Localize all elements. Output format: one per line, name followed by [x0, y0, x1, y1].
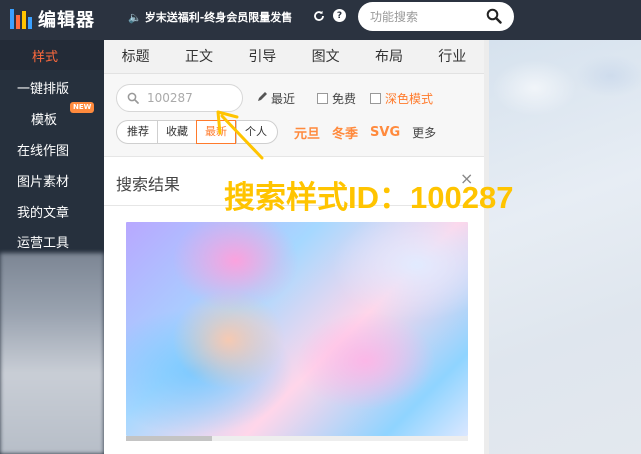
hot-tag-svg[interactable]: SVG: [370, 125, 400, 140]
tab-title[interactable]: 标题: [104, 40, 167, 73]
sort-personal[interactable]: 个人: [236, 120, 278, 144]
style-search-input[interactable]: [147, 91, 232, 105]
recent-label: 最近: [271, 91, 296, 106]
style-search: [116, 84, 243, 112]
sort-recommended[interactable]: 推荐: [116, 120, 157, 144]
logo-text: 编辑器: [38, 10, 95, 31]
search-icon[interactable]: [127, 89, 139, 108]
promo-link[interactable]: 🔈 岁末送福利-终身会员限量发售: [128, 9, 292, 25]
tab-layout[interactable]: 布局: [357, 40, 420, 73]
sidebar-item-label: 运营工具: [17, 235, 70, 251]
sidebar-item-label: 模板: [31, 112, 58, 128]
pencil-icon: [257, 91, 268, 105]
sidebar-item-style[interactable]: 样式: [0, 40, 104, 70]
tab-body[interactable]: 正文: [167, 40, 230, 73]
speaker-icon: 🔈: [128, 10, 142, 24]
canvas-decoration: [489, 40, 641, 160]
sidebar-item-label: 一键排版: [17, 81, 70, 97]
left-sidebar: 样式 一键排版 模板 NEW 在线作图 图片素材 我的文章 运营工具: [0, 40, 104, 454]
category-tabs: 标题 正文 引导 图文 布局 行业: [104, 40, 484, 74]
annotation-text: 搜索样式ID：100287: [224, 180, 514, 215]
sidebar-item-operation-tools[interactable]: 运营工具: [0, 226, 104, 256]
sort-row: 推荐 收藏 最新 个人 元旦 冬季 SVG 更多: [116, 120, 436, 144]
dark-mode-label: 深色模式: [385, 91, 434, 106]
more-link[interactable]: 更多: [412, 124, 436, 141]
sort-latest[interactable]: 最新: [196, 120, 236, 144]
top-bar: 编辑器 🔈 岁末送福利-终身会员限量发售 ?: [0, 0, 641, 40]
sidebar-item-label: 在线作图: [17, 143, 70, 159]
horizontal-scrollbar[interactable]: [126, 436, 468, 441]
sidebar-item-one-click-layout[interactable]: 一键排版: [0, 72, 104, 102]
tab-guide[interactable]: 引导: [231, 40, 294, 73]
style-panel: 标题 正文 引导 图文 布局 行业 最近 免费 深色模式 推: [104, 40, 484, 454]
sidebar-item-template[interactable]: 模板 NEW: [0, 102, 104, 133]
recent-filter[interactable]: 最近: [257, 90, 295, 107]
result-list: [104, 206, 484, 454]
free-checkbox[interactable]: 免费: [317, 90, 356, 107]
sidebar-item-image-materials[interactable]: 图片素材: [0, 165, 104, 195]
sidebar-item-label: 我的文章: [17, 205, 70, 221]
result-title: 搜索结果: [116, 175, 181, 194]
search-icon[interactable]: [486, 8, 502, 28]
hot-tag-winter[interactable]: 冬季: [332, 123, 358, 142]
sort-favorites[interactable]: 收藏: [157, 120, 196, 144]
checkbox-box[interactable]: [317, 92, 329, 104]
function-search-input[interactable]: [370, 9, 490, 24]
new-badge: NEW: [70, 102, 95, 113]
promo-text: 岁末送福利-终身会员限量发售: [144, 11, 293, 24]
function-search: [358, 2, 514, 31]
logo[interactable]: 编辑器: [10, 6, 95, 32]
filter-row: 最近 免费 深色模式: [116, 84, 433, 112]
scrollbar-thumb[interactable]: [126, 436, 212, 441]
tab-image-text[interactable]: 图文: [294, 40, 357, 73]
logo-mark-icon: [10, 9, 32, 29]
sidebar-item-label: 样式: [31, 49, 58, 65]
refresh-icon[interactable]: [312, 9, 325, 22]
help-icon[interactable]: ?: [333, 9, 346, 22]
sidebar-item-online-drawing[interactable]: 在线作图: [0, 134, 104, 164]
checkbox-box[interactable]: [370, 92, 382, 104]
dark-mode-checkbox[interactable]: 深色模式: [370, 90, 433, 107]
hot-tag-new-year[interactable]: 元旦: [294, 123, 320, 142]
blurred-region: [0, 253, 104, 454]
sidebar-item-my-articles[interactable]: 我的文章: [0, 196, 104, 226]
tab-industry[interactable]: 行业: [421, 40, 484, 73]
style-thumbnail[interactable]: [126, 222, 468, 436]
sidebar-item-label: 图片素材: [17, 174, 70, 190]
toolbar-icons: ?: [312, 9, 346, 22]
sort-segment: 推荐 收藏 最新 个人: [116, 120, 278, 144]
free-label: 免费: [332, 91, 357, 106]
